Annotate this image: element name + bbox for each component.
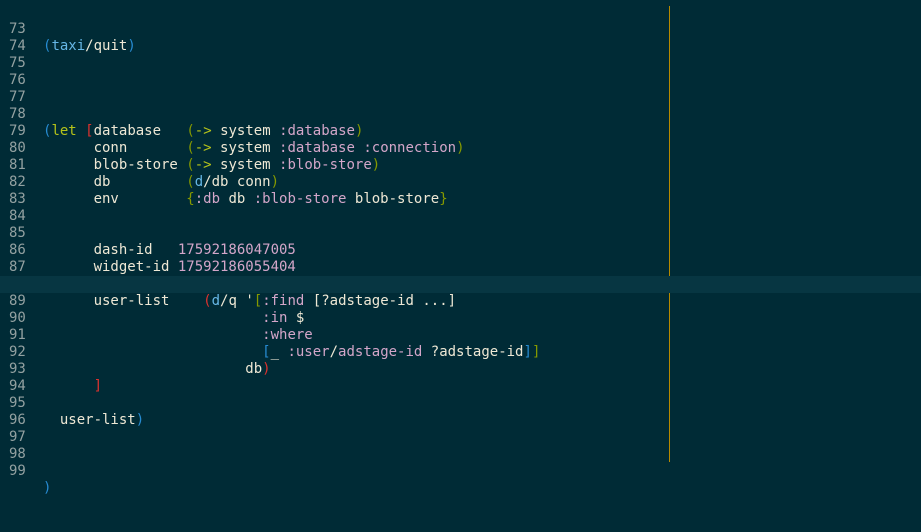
code-line-84[interactable]: 84 [0,191,921,224]
code-line-85[interactable]: 85 dash-id 17592186047005 [0,208,921,258]
code-line-94[interactable]: 94 [0,361,921,394]
code-line-80[interactable]: 80 blob-store (-> system :blob-store) [0,123,921,173]
column-ruler [669,6,670,462]
code-line-77[interactable]: 77 [0,72,921,105]
code-line-96[interactable]: 96 [0,395,921,428]
code-line-99[interactable]: 99 ) [0,446,921,496]
code-line-81[interactable]: 81 db (d/db conn) [0,140,921,190]
code-line-93[interactable]: 93 ] [0,344,921,394]
code-token: ) [43,480,52,496]
code-line-86[interactable]: 86 widget-id 17592186055404 [0,225,921,275]
code-line-95[interactable]: 95 user-list) [0,378,921,428]
code-line-76[interactable]: 76 [0,55,921,88]
code-line-87[interactable]: 87 user-id 17592186045494 [0,242,921,292]
code-line-78[interactable]: 78 (let [database (-> system :database) [0,89,921,139]
code-editor[interactable]: 73 (taxi/quit) 74 75 76 77 78 (let [data… [0,0,921,532]
code-line-90[interactable]: 90 :where [0,293,921,343]
code-line-73[interactable]: 73 (taxi/quit) [0,4,921,54]
code-line-82[interactable]: 82 env {:db db :blob-store blob-store} [0,157,921,207]
code-line-74[interactable]: 74 [0,21,921,54]
code-line-92[interactable]: 92 db) [0,327,921,377]
code-line-75[interactable]: 75 [0,38,921,71]
code-line-98[interactable]: 98 [0,429,921,462]
code-text[interactable]: ) [43,480,51,497]
editor-lines: 73 (taxi/quit) 74 75 76 77 78 (let [data… [0,4,921,496]
code-line-88[interactable]: 88 user-list (d/q '[:find [?adstage-id .… [0,259,921,309]
code-line-97[interactable]: 97 [0,412,921,445]
code-line-91[interactable]: 91 [_ :user/adstage-id ?adstage-id]] [0,310,921,360]
line-number: 99 [9,463,26,479]
column-ruler-current-line-gap [669,276,670,293]
code-line-89-current[interactable]: 89 :in $ [0,276,921,326]
code-line-79[interactable]: 79 conn (-> system :database :connection… [0,106,921,156]
code-line-83[interactable]: 83 [0,174,921,207]
